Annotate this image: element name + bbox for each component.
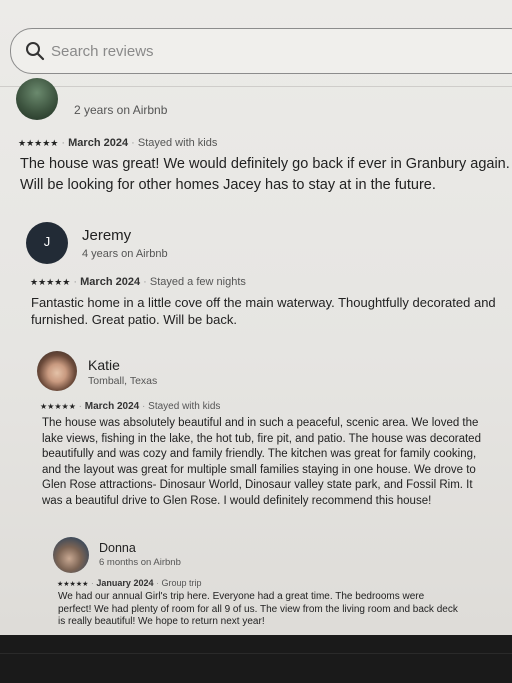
search-bar[interactable] <box>10 28 512 74</box>
review-meta: ★★★★★ · March 2024 · Stayed with kids <box>40 401 220 412</box>
reviewer-location: Tomball, Texas <box>88 375 158 387</box>
reviewer-name: Katie <box>88 357 120 373</box>
review-meta: ★★★★★ · March 2024 · Stayed with kids <box>18 137 217 149</box>
separator: · <box>143 276 147 288</box>
review-meta: ★★★★★ · March 2024 · Stayed a few nights <box>30 276 246 288</box>
review-date: March 2024 <box>68 137 129 149</box>
separator: · <box>142 401 146 412</box>
avatar: J <box>26 222 68 264</box>
avatar <box>16 78 58 120</box>
separator: · <box>155 578 159 588</box>
reviewer-name: Jeremy <box>82 227 132 244</box>
avatar-initial: J <box>43 234 51 249</box>
screen-bezel <box>0 635 512 683</box>
divider <box>0 653 512 654</box>
trip-type: Stayed a few nights <box>149 276 246 288</box>
star-rating: ★★★★★ <box>18 138 59 148</box>
trip-type: Stayed with kids <box>137 137 218 149</box>
divider <box>0 86 512 87</box>
star-rating: ★★★★★ <box>30 277 71 287</box>
trip-type: Stayed with kids <box>148 401 221 412</box>
review-text: The house was absolutely beautiful and i… <box>42 417 481 507</box>
review-date: March 2024 <box>80 276 141 288</box>
avatar <box>37 351 77 391</box>
member-since: 2 years on Airbnb <box>74 103 168 117</box>
separator: · <box>78 401 82 412</box>
separator: · <box>131 137 135 149</box>
trip-type: Group trip <box>161 578 202 588</box>
search-icon <box>26 42 45 61</box>
review-date: March 2024 <box>84 401 140 412</box>
review-text: We had our annual Girl's trip here. Ever… <box>58 591 458 627</box>
review-text: Fantastic home in a little cove off the … <box>31 295 496 327</box>
reviewer-name: Donna <box>99 541 136 555</box>
member-since: 6 months on Airbnb <box>99 557 181 568</box>
review-date: January 2024 <box>96 578 154 588</box>
separator: · <box>73 276 78 288</box>
member-since: 4 years on Airbnb <box>82 248 168 260</box>
search-input[interactable] <box>49 38 453 64</box>
review-meta: ★★★★★ · January 2024 · Group trip <box>57 578 202 588</box>
reviews-screen: 2 years on Airbnb ★★★★★ · March 2024 · S… <box>0 0 512 635</box>
separator: · <box>61 137 66 149</box>
avatar <box>53 537 89 573</box>
review-text: The house was great! We would definitely… <box>20 156 510 193</box>
star-rating: ★★★★★ <box>57 581 89 588</box>
separator: · <box>90 578 94 588</box>
star-rating: ★★★★★ <box>40 402 76 411</box>
